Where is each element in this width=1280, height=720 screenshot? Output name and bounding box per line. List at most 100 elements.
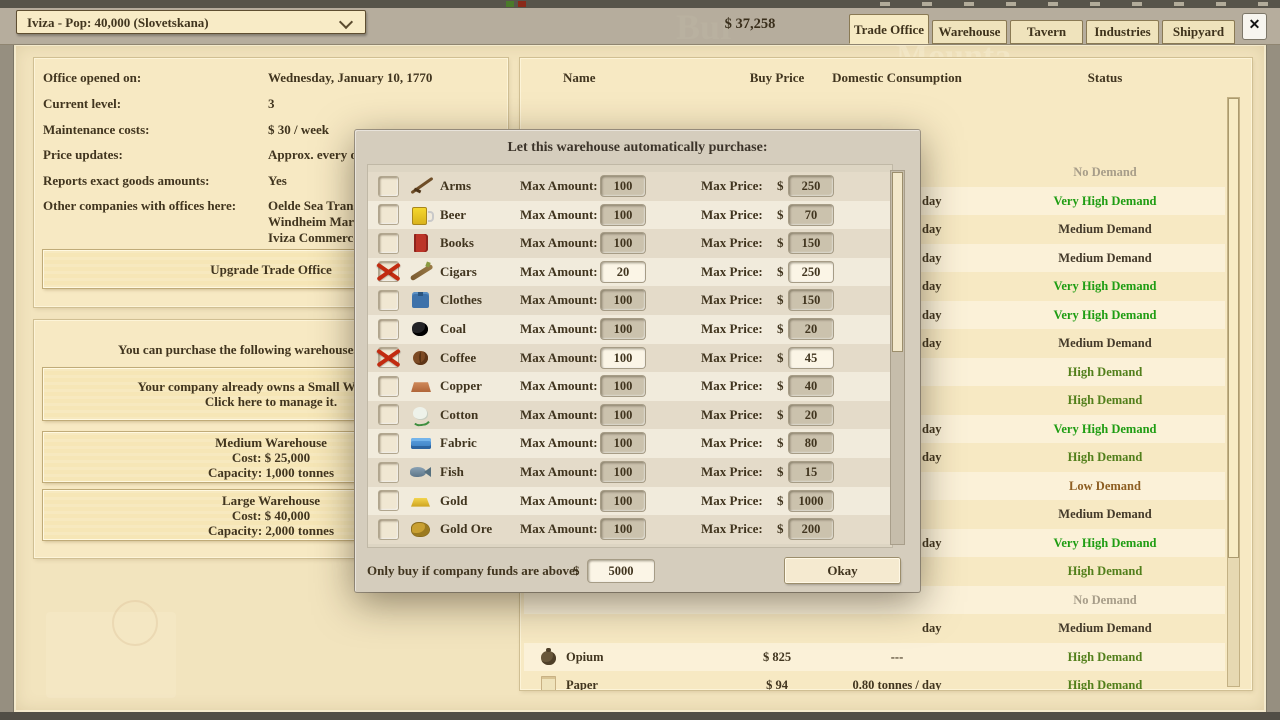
- tab-warehouse[interactable]: Warehouse: [932, 20, 1007, 44]
- beer-checkbox[interactable]: [379, 205, 398, 224]
- close-icon: ✕: [1249, 18, 1261, 33]
- clothes-max-amount-input[interactable]: 100: [601, 290, 645, 310]
- max-amount-label: Max Amount:: [520, 429, 598, 458]
- coal-max-amount-input[interactable]: 100: [601, 319, 645, 339]
- clothes-max-price-input[interactable]: 150: [789, 290, 833, 310]
- dialog-row-cotton: CottonMax Amount:100Max Price:$20: [368, 401, 892, 430]
- dialog-scrollbar[interactable]: [890, 170, 905, 545]
- cigars-max-amount-input[interactable]: 20: [601, 262, 645, 282]
- max-amount-label: Max Amount:: [520, 315, 598, 344]
- fabric-max-price-input[interactable]: 80: [789, 433, 833, 453]
- status-badge: High Demand: [1009, 557, 1201, 586]
- arms-max-amount-input[interactable]: 100: [601, 176, 645, 196]
- background-tick-mark: [1006, 2, 1016, 6]
- copper-max-price-input[interactable]: 40: [789, 376, 833, 396]
- okay-button-label: Okay: [827, 563, 857, 578]
- dialog-row-copper: CopperMax Amount:100Max Price:$40: [368, 372, 892, 401]
- fish-max-amount-input[interactable]: 100: [601, 462, 645, 482]
- tab-shipyard[interactable]: Shipyard: [1162, 20, 1235, 44]
- consumption-fragment: day: [922, 272, 941, 301]
- cotton-max-amount-input[interactable]: 100: [601, 405, 645, 425]
- fish-max-price-input[interactable]: 15: [789, 462, 833, 482]
- background-tick-mark: [1174, 2, 1184, 6]
- arms-checkbox[interactable]: [379, 177, 398, 196]
- status-badge: Medium Demand: [1009, 500, 1201, 529]
- max-amount-label: Max Amount:: [520, 515, 598, 544]
- ghost-compass-icon: [112, 600, 158, 646]
- beer-max-amount-input[interactable]: 100: [601, 205, 645, 225]
- coffee-icon: [410, 348, 432, 368]
- tab-industries[interactable]: Industries: [1086, 20, 1159, 44]
- gold-ore-checkbox[interactable]: [379, 520, 398, 539]
- arms-max-price-input[interactable]: 250: [789, 176, 833, 196]
- dialog-row-arms: ArmsMax Amount:100Max Price:$250: [368, 172, 892, 201]
- table-row[interactable]: Opium$ 825---High Demand: [524, 643, 1225, 672]
- coffee-max-price-input[interactable]: 45: [789, 348, 833, 368]
- opium-icon: [538, 647, 560, 667]
- copper-max-amount-input[interactable]: 100: [601, 376, 645, 396]
- gold-max-amount-input[interactable]: 100: [601, 491, 645, 511]
- gold-checkbox[interactable]: [379, 491, 398, 510]
- good-name: Gold Ore: [440, 515, 492, 544]
- max-price-label: Max Price:: [701, 372, 763, 401]
- coal-checkbox[interactable]: [379, 320, 398, 339]
- max-amount-label: Max Amount:: [520, 286, 598, 315]
- max-amount-label: Max Amount:: [520, 229, 598, 258]
- gold-ore-max-price-input[interactable]: 200: [789, 519, 833, 539]
- table-row[interactable]: dayMedium Demand: [524, 614, 1225, 643]
- tab-tavern[interactable]: Tavern: [1010, 20, 1083, 44]
- max-amount-label: Max Amount:: [520, 201, 598, 230]
- max-amount-label: Max Amount:: [520, 258, 598, 287]
- close-button[interactable]: ✕: [1242, 13, 1267, 40]
- max-price-label: Max Price:: [701, 344, 763, 373]
- coffee-max-amount-input[interactable]: 100: [601, 348, 645, 368]
- consumption-fragment: day: [922, 415, 941, 444]
- dialog-row-gold: GoldMax Amount:100Max Price:$1000: [368, 487, 892, 516]
- background-tick-mark: [1048, 2, 1058, 6]
- auto-purchase-dialog: Let this warehouse automatically purchas…: [355, 130, 920, 592]
- good-name: Copper: [440, 372, 482, 401]
- tab-trade-office[interactable]: Trade Office: [849, 14, 929, 44]
- gold-ore-icon: [410, 519, 432, 539]
- dialog-scrollbar-thumb[interactable]: [892, 172, 903, 352]
- books-max-amount-input[interactable]: 100: [601, 233, 645, 253]
- column-header-status: Status: [1015, 70, 1195, 86]
- consumption-fragment: day: [922, 329, 941, 358]
- books-max-price-input[interactable]: 150: [789, 233, 833, 253]
- consumption-fragment: day: [922, 301, 941, 330]
- tab-label: Shipyard: [1173, 24, 1224, 39]
- fabric-checkbox[interactable]: [379, 434, 398, 453]
- max-price-label: Max Price:: [701, 458, 763, 487]
- fabric-max-amount-input[interactable]: 100: [601, 433, 645, 453]
- books-checkbox[interactable]: [379, 234, 398, 253]
- table-scrollbar[interactable]: [1227, 97, 1240, 687]
- background-tick-mark: [1090, 2, 1100, 6]
- background-red-marker: [518, 1, 526, 7]
- beer-max-price-input[interactable]: 70: [789, 205, 833, 225]
- status-badge: Very High Demand: [1009, 529, 1201, 558]
- good-name: Cotton: [440, 401, 478, 430]
- fish-checkbox[interactable]: [379, 463, 398, 482]
- clothes-checkbox[interactable]: [379, 291, 398, 310]
- funds-threshold-input[interactable]: 5000: [588, 560, 654, 582]
- coal-max-price-input[interactable]: 20: [789, 319, 833, 339]
- cotton-max-price-input[interactable]: 20: [789, 405, 833, 425]
- gold-max-price-input[interactable]: 1000: [789, 491, 833, 511]
- gold-ore-max-amount-input[interactable]: 100: [601, 519, 645, 539]
- cigars-max-price-input[interactable]: 250: [789, 262, 833, 282]
- city-dropdown[interactable]: Iviza - Pop: 40,000 (Slovetskana): [16, 10, 366, 34]
- okay-button[interactable]: Okay: [785, 558, 900, 583]
- good-name: Fish: [440, 458, 464, 487]
- max-price-label: Max Price:: [701, 201, 763, 230]
- coffee-checkbox[interactable]: [379, 348, 398, 367]
- consumption-fragment: day: [922, 244, 941, 273]
- cigars-checkbox[interactable]: [379, 262, 398, 281]
- cotton-checkbox[interactable]: [379, 405, 398, 424]
- table-scrollbar-thumb[interactable]: [1228, 98, 1239, 558]
- copper-checkbox[interactable]: [379, 377, 398, 396]
- status-badge: High Demand: [1009, 671, 1201, 690]
- clothes-icon: [410, 290, 432, 310]
- background-tick-mark: [1216, 2, 1226, 6]
- table-row[interactable]: Paper$ 940.80 tonnes / dayHigh Demand: [524, 671, 1225, 690]
- info-row: Current level:3: [43, 96, 503, 112]
